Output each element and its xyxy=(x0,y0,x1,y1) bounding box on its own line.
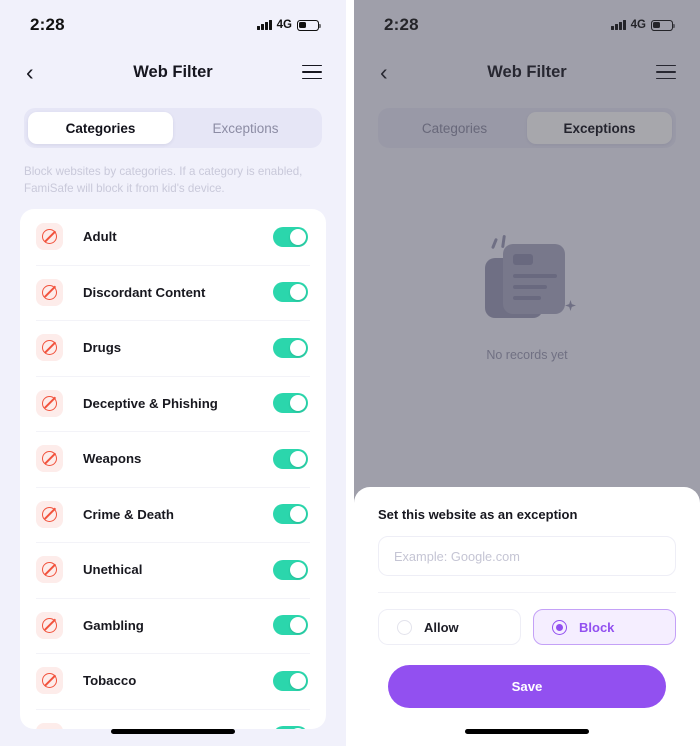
status-clock: 2:28 xyxy=(30,15,65,34)
category-label: Deceptive & Phishing xyxy=(83,395,218,411)
category-list: Adult Discordant Content Drugs Deceptive… xyxy=(20,209,326,729)
prohibition-icon xyxy=(36,667,63,695)
table-row[interactable]: Crime & Death xyxy=(20,486,326,543)
save-button[interactable]: Save xyxy=(388,665,666,708)
screenshot-root: 2:28 4G ‹ Web Filter Categories Exceptio… xyxy=(0,0,700,746)
radio-icon xyxy=(552,619,567,635)
home-indicator xyxy=(465,729,589,734)
category-label: Crime & Death xyxy=(83,506,174,522)
prohibition-icon xyxy=(36,722,63,729)
table-row[interactable]: Tobacco xyxy=(20,653,326,709)
status-indicators: 4G xyxy=(257,19,322,31)
website-input[interactable]: Example: Google.com xyxy=(378,536,676,576)
category-toggle[interactable] xyxy=(273,226,308,247)
category-toggle[interactable] xyxy=(273,504,308,525)
prohibition-icon xyxy=(36,611,63,639)
category-toggle[interactable] xyxy=(273,615,308,636)
category-toggle[interactable] xyxy=(273,559,308,580)
option-allow[interactable]: Allow xyxy=(378,609,521,645)
segmented-tabs-left: Categories Exceptions xyxy=(24,108,322,148)
right-screen: 2:28 4G ‹ Web Filter Categories Exceptio… xyxy=(354,0,700,746)
category-toggle[interactable] xyxy=(273,726,308,729)
tab-exceptions[interactable]: Exceptions xyxy=(173,112,318,144)
prohibition-icon xyxy=(36,389,63,417)
radio-icon xyxy=(397,619,412,635)
exception-bottom-sheet: Set this website as an exception Example… xyxy=(354,487,700,746)
phone-left: 2:28 4G ‹ Web Filter Categories Exceptio… xyxy=(0,0,346,746)
page-title: Web Filter xyxy=(133,62,213,81)
option-allow-label: Allow xyxy=(424,619,459,635)
table-row[interactable]: Gambling xyxy=(20,597,326,654)
table-row[interactable] xyxy=(20,708,326,729)
category-toggle[interactable] xyxy=(273,393,308,414)
phone-right: 2:28 4G ‹ Web Filter Categories Exceptio… xyxy=(354,0,700,746)
chevron-left-icon[interactable]: ‹ xyxy=(26,60,50,84)
category-toggle[interactable] xyxy=(273,282,308,303)
sheet-title: Set this website as an exception xyxy=(378,507,578,522)
option-block-label: Block xyxy=(579,619,615,635)
table-row[interactable]: Adult xyxy=(20,209,326,265)
table-row[interactable]: Weapons xyxy=(20,431,326,487)
home-indicator xyxy=(111,729,235,734)
hamburger-menu-icon[interactable] xyxy=(302,64,322,80)
battery-icon xyxy=(297,19,322,31)
category-toggle[interactable] xyxy=(273,670,308,691)
category-label: Adult xyxy=(83,229,117,245)
category-label: Tobacco xyxy=(83,673,137,689)
tab-categories[interactable]: Categories xyxy=(28,112,173,144)
permission-options: Allow Block xyxy=(378,609,676,645)
option-block[interactable]: Block xyxy=(533,609,676,645)
prohibition-icon xyxy=(36,445,63,473)
prohibition-icon xyxy=(36,500,63,528)
left-screen: 2:28 4G ‹ Web Filter Categories Exceptio… xyxy=(0,0,346,746)
network-label: 4G xyxy=(276,19,292,31)
table-row[interactable]: Deceptive & Phishing xyxy=(20,375,326,432)
categories-description: Block websites by categories. If a categ… xyxy=(24,165,303,195)
signal-bars-icon xyxy=(257,20,272,30)
prohibition-icon xyxy=(36,223,63,251)
status-bar-left: 2:28 4G xyxy=(0,0,346,50)
prohibition-icon xyxy=(36,278,63,306)
prohibition-icon xyxy=(36,334,63,362)
table-row[interactable]: Drugs xyxy=(20,320,326,376)
table-row[interactable]: Discordant Content xyxy=(20,264,326,321)
category-label: Drugs xyxy=(83,340,122,356)
category-label: Gambling xyxy=(83,617,144,633)
nav-bar-left: ‹ Web Filter xyxy=(0,50,346,94)
prohibition-icon xyxy=(36,556,63,584)
divider xyxy=(378,592,676,593)
category-label: Unethical xyxy=(83,562,143,578)
category-label: Discordant Content xyxy=(83,284,206,300)
table-row[interactable]: Unethical xyxy=(20,542,326,598)
category-toggle[interactable] xyxy=(273,337,308,358)
category-label: Weapons xyxy=(83,451,142,467)
category-toggle[interactable] xyxy=(273,448,308,469)
